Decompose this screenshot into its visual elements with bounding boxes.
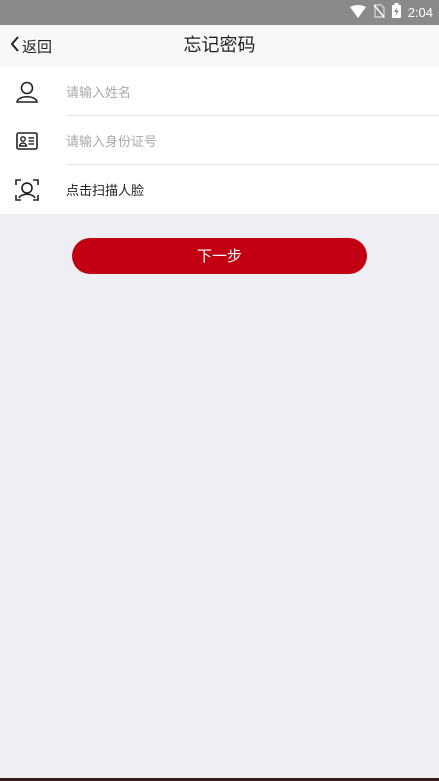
back-button[interactable]: 返回 — [10, 25, 52, 67]
page-title: 忘记密码 — [183, 35, 256, 56]
name-row[interactable]: 请输入姓名 — [0, 67, 439, 116]
nav-bar: 返回 忘记密码 — [0, 25, 439, 67]
face-scan-row[interactable]: 点击扫描人脸 — [0, 165, 439, 214]
id-card-icon — [14, 128, 40, 154]
next-step-button[interactable]: 下一步 — [72, 238, 367, 274]
user-icon — [14, 79, 40, 105]
status-time: 2:04 — [407, 5, 433, 20]
status-icons: 2:04 — [349, 3, 433, 22]
back-label: 返回 — [22, 37, 53, 56]
wifi-icon — [349, 3, 366, 22]
status-bar: 2:04 — [0, 0, 439, 25]
forgot-password-form: 请输入姓名 请输入身份证号 点击扫描人脸 — [0, 67, 439, 214]
id-number-row[interactable]: 请输入身份证号 — [0, 116, 439, 165]
no-sim-icon — [373, 3, 385, 22]
battery-charging-icon — [391, 3, 401, 22]
chevron-left-icon — [10, 36, 20, 56]
face-scan-button[interactable]: 点击扫描人脸 — [66, 180, 144, 199]
face-scan-icon — [14, 177, 40, 203]
name-input[interactable]: 请输入姓名 — [66, 82, 131, 101]
id-number-input[interactable]: 请输入身份证号 — [66, 131, 157, 150]
